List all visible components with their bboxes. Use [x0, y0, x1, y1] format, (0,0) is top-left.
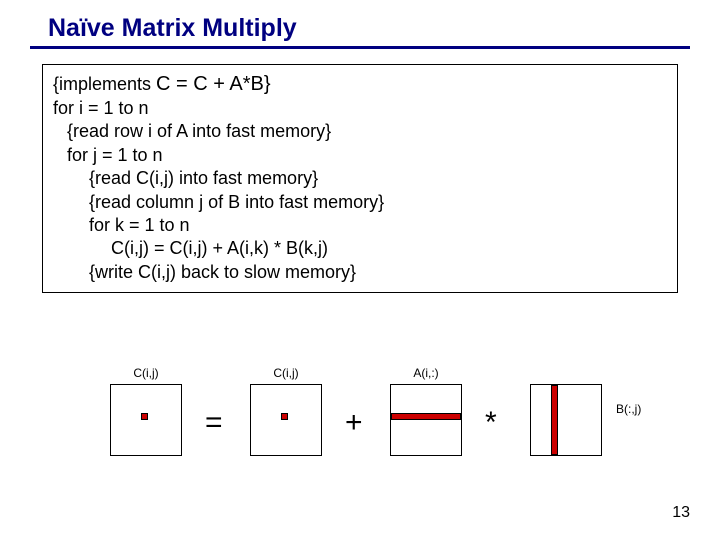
equals-op: = [205, 406, 223, 440]
matrix-a-row-icon [391, 413, 461, 420]
matrix-c-left-label: C(i,j) [110, 366, 182, 380]
matrix-a-label: A(i,:) [390, 366, 462, 380]
matrix-c-left [110, 384, 182, 456]
plus-op: + [345, 406, 363, 440]
title-underline [30, 46, 690, 49]
matrix-c-left-element-icon [141, 413, 148, 420]
pseudocode-box: {implements C = C + A*B} for i = 1 to n … [42, 64, 678, 293]
code-implements-line: {implements C = C + A*B} [53, 71, 667, 97]
code-line-5: {read column j of B into fast memory} [53, 191, 667, 214]
matrix-c-right-label: C(i,j) [250, 366, 322, 380]
code-line-2: {read row i of A into fast memory} [53, 120, 667, 143]
matrix-b-label: B(:,j) [616, 402, 641, 416]
times-op: * [485, 406, 497, 440]
code-line-6: for k = 1 to n [53, 214, 667, 237]
slide-title: Naïve Matrix Multiply [48, 14, 297, 43]
matrix-b [530, 384, 602, 456]
code-implements-prefix: {implements [53, 74, 156, 94]
code-implements-expr: C = C + A*B} [156, 73, 271, 95]
code-line-1: for i = 1 to n [53, 97, 667, 120]
code-line-7: C(i,j) = C(i,j) + A(i,k) * B(k,j) [53, 237, 667, 260]
matrix-c-right-element-icon [281, 413, 288, 420]
page-number: 13 [672, 504, 690, 522]
code-line-4: {read C(i,j) into fast memory} [53, 167, 667, 190]
matrix-a [390, 384, 462, 456]
matrix-b-col-icon [551, 385, 558, 455]
code-line-3: for j = 1 to n [53, 144, 667, 167]
matrix-diagram: C(i,j) = C(i,j) + A(i,:) * B(:,j) [40, 370, 680, 470]
matrix-c-right [250, 384, 322, 456]
code-line-8: {write C(i,j) back to slow memory} [53, 261, 667, 284]
